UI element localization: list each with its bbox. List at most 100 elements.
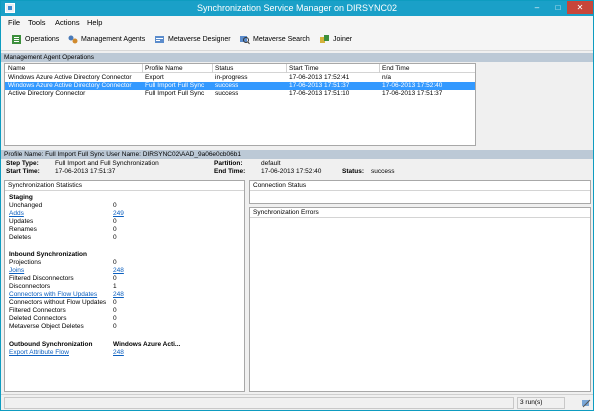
operations-section-title: Management Agent Operations bbox=[1, 53, 593, 62]
sync-statistics-title: Synchronization Statistics bbox=[5, 181, 244, 191]
close-button[interactable]: ✕ bbox=[567, 1, 593, 14]
export-attribute-flow-link[interactable]: Export Attribute Flow bbox=[9, 349, 69, 356]
stat-value: 0 bbox=[113, 307, 117, 314]
window-title: Synchronization Service Manager on DIRSY… bbox=[196, 3, 398, 13]
stat-value: 0 bbox=[113, 234, 117, 241]
adds-count-link[interactable]: 249 bbox=[113, 210, 124, 217]
management-agents-icon bbox=[67, 34, 78, 45]
partition-label: Partition: bbox=[214, 160, 243, 167]
row-status: in-progress bbox=[215, 74, 248, 81]
end-time-value: 17-06-2013 17:52:40 bbox=[261, 168, 322, 175]
title-bar: Synchronization Service Manager on DIRSY… bbox=[1, 1, 593, 16]
stat-label: Filtered Disconnectors bbox=[9, 275, 74, 282]
stat-value: 0 bbox=[113, 299, 117, 306]
menu-help[interactable]: Help bbox=[87, 18, 102, 27]
column-header-profile[interactable]: Profile Name bbox=[145, 65, 183, 72]
toolbar: Operations Management Agents Metaverse D… bbox=[1, 29, 593, 51]
stat-value: 1 bbox=[113, 283, 117, 290]
column-header-end-time[interactable]: End Time bbox=[382, 65, 409, 72]
stat-value: 0 bbox=[113, 218, 117, 225]
menu-bar: File Tools Actions Help bbox=[1, 16, 593, 29]
row-profile: Full Import Full Sync bbox=[145, 82, 205, 89]
joins-count-link[interactable]: 248 bbox=[113, 267, 124, 274]
stat-label: Connectors without Flow Updates bbox=[9, 299, 107, 306]
metaverse-search-icon bbox=[239, 34, 250, 45]
sync-errors-pane: Synchronization Errors bbox=[249, 207, 591, 392]
connection-status-title: Connection Status bbox=[250, 181, 590, 191]
stat-disconnectors: Disconnectors 1 bbox=[9, 283, 243, 291]
sync-errors-title: Synchronization Errors bbox=[250, 208, 590, 218]
column-header-name[interactable]: Name bbox=[8, 65, 25, 72]
menu-file[interactable]: File bbox=[8, 18, 20, 27]
stat-label: Projections bbox=[9, 259, 42, 266]
stat-label: Renames bbox=[9, 226, 37, 233]
adds-link[interactable]: Adds bbox=[9, 210, 24, 217]
stat-label: Disconnectors bbox=[9, 283, 51, 290]
staging-title: Staging bbox=[9, 194, 33, 201]
connectors-flow-updates-link[interactable]: Connectors with Flow Updates bbox=[9, 291, 97, 298]
export-attribute-flow-count-link[interactable]: 248 bbox=[113, 349, 124, 356]
step-type-label: Step Type: bbox=[6, 160, 39, 167]
partition-value: default bbox=[261, 160, 281, 167]
row-profile: Export bbox=[145, 74, 164, 81]
stat-value: 0 bbox=[113, 315, 117, 322]
staging-heading: Staging bbox=[9, 194, 243, 202]
status-grip-icon[interactable] bbox=[581, 398, 591, 408]
stat-value: 0 bbox=[113, 226, 117, 233]
minimize-button[interactable]: – bbox=[527, 1, 547, 14]
column-header-status[interactable]: Status bbox=[215, 65, 233, 72]
stat-deleted-connectors: Deleted Connectors 0 bbox=[9, 315, 243, 323]
end-time-label: End Time: bbox=[214, 168, 246, 175]
table-row[interactable]: Windows Azure Active Directory Connector… bbox=[5, 74, 475, 82]
metaverse-search-label: Metaverse Search bbox=[253, 36, 310, 43]
stat-label: Filtered Connectors bbox=[9, 307, 66, 314]
row-name: Active Directory Connector bbox=[8, 90, 86, 97]
sync-statistics-pane: Synchronization Statistics Staging Uncha… bbox=[4, 180, 245, 392]
step-type-value: Full Import and Full Synchronization bbox=[55, 160, 159, 167]
inbound-title: Inbound Synchronization bbox=[9, 251, 87, 258]
menu-actions[interactable]: Actions bbox=[55, 18, 80, 27]
menu-tools[interactable]: Tools bbox=[28, 18, 46, 27]
status-label: Status: bbox=[342, 168, 365, 175]
table-row[interactable]: Active Directory Connector Full Import F… bbox=[5, 90, 475, 98]
status-value: success bbox=[371, 168, 395, 175]
app-window: Synchronization Service Manager on DIRSY… bbox=[0, 0, 594, 411]
joiner-icon bbox=[319, 34, 330, 45]
row-start-time: 17-06-2013 17:51:37 bbox=[289, 82, 350, 89]
stat-connectors-no-flow: Connectors without Flow Updates 0 bbox=[9, 299, 243, 307]
metaverse-designer-icon bbox=[154, 34, 165, 45]
inbound-heading: Inbound Synchronization bbox=[9, 251, 243, 259]
row-end-time: n/a bbox=[382, 74, 392, 81]
stat-value: 0 bbox=[113, 202, 117, 209]
row-start-time: 17-06-2013 17:51:10 bbox=[289, 90, 350, 97]
metaverse-designer-button[interactable]: Metaverse Designer bbox=[154, 34, 231, 47]
stat-label: Updates bbox=[9, 218, 34, 225]
management-agents-button[interactable]: Management Agents bbox=[67, 34, 145, 47]
maximize-button[interactable]: □ bbox=[548, 1, 568, 14]
stat-connectors-flow-updates: Connectors with Flow Updates 248 bbox=[9, 291, 243, 299]
runs-count: 3 run(s) bbox=[517, 397, 565, 409]
stat-updates: Updates 0 bbox=[9, 218, 243, 226]
stat-label: Deleted Connectors bbox=[9, 315, 67, 322]
operations-icon bbox=[11, 34, 22, 45]
row-name: Windows Azure Active Directory Connector bbox=[8, 82, 132, 89]
stat-adds: Adds 249 bbox=[9, 210, 243, 218]
stat-deletes: Deletes 0 bbox=[9, 234, 243, 242]
operations-button[interactable]: Operations bbox=[11, 34, 59, 47]
start-time-value: 17-06-2013 17:51:37 bbox=[55, 168, 116, 175]
connectors-flow-updates-count-link[interactable]: 248 bbox=[113, 291, 124, 298]
joins-link[interactable]: Joins bbox=[9, 267, 24, 274]
stat-label: Unchanged bbox=[9, 202, 43, 209]
metaverse-search-button[interactable]: Metaverse Search bbox=[239, 34, 310, 47]
joiner-button[interactable]: Joiner bbox=[319, 34, 352, 47]
joiner-label: Joiner bbox=[333, 36, 353, 43]
stat-value: 0 bbox=[113, 259, 117, 266]
row-status: success bbox=[215, 90, 239, 97]
metaverse-designer-label: Metaverse Designer bbox=[168, 36, 231, 43]
profile-info-bar: Profile Name: Full Import Full Sync User… bbox=[1, 150, 593, 159]
stat-label: Metaverse Object Deletes bbox=[9, 323, 84, 330]
outbound-target: Windows Azure Acti... bbox=[113, 341, 181, 348]
column-header-start-time[interactable]: Start Time bbox=[289, 65, 319, 72]
stat-renames: Renames 0 bbox=[9, 226, 243, 234]
table-row-selected[interactable]: Windows Azure Active Directory Connector… bbox=[5, 82, 475, 90]
